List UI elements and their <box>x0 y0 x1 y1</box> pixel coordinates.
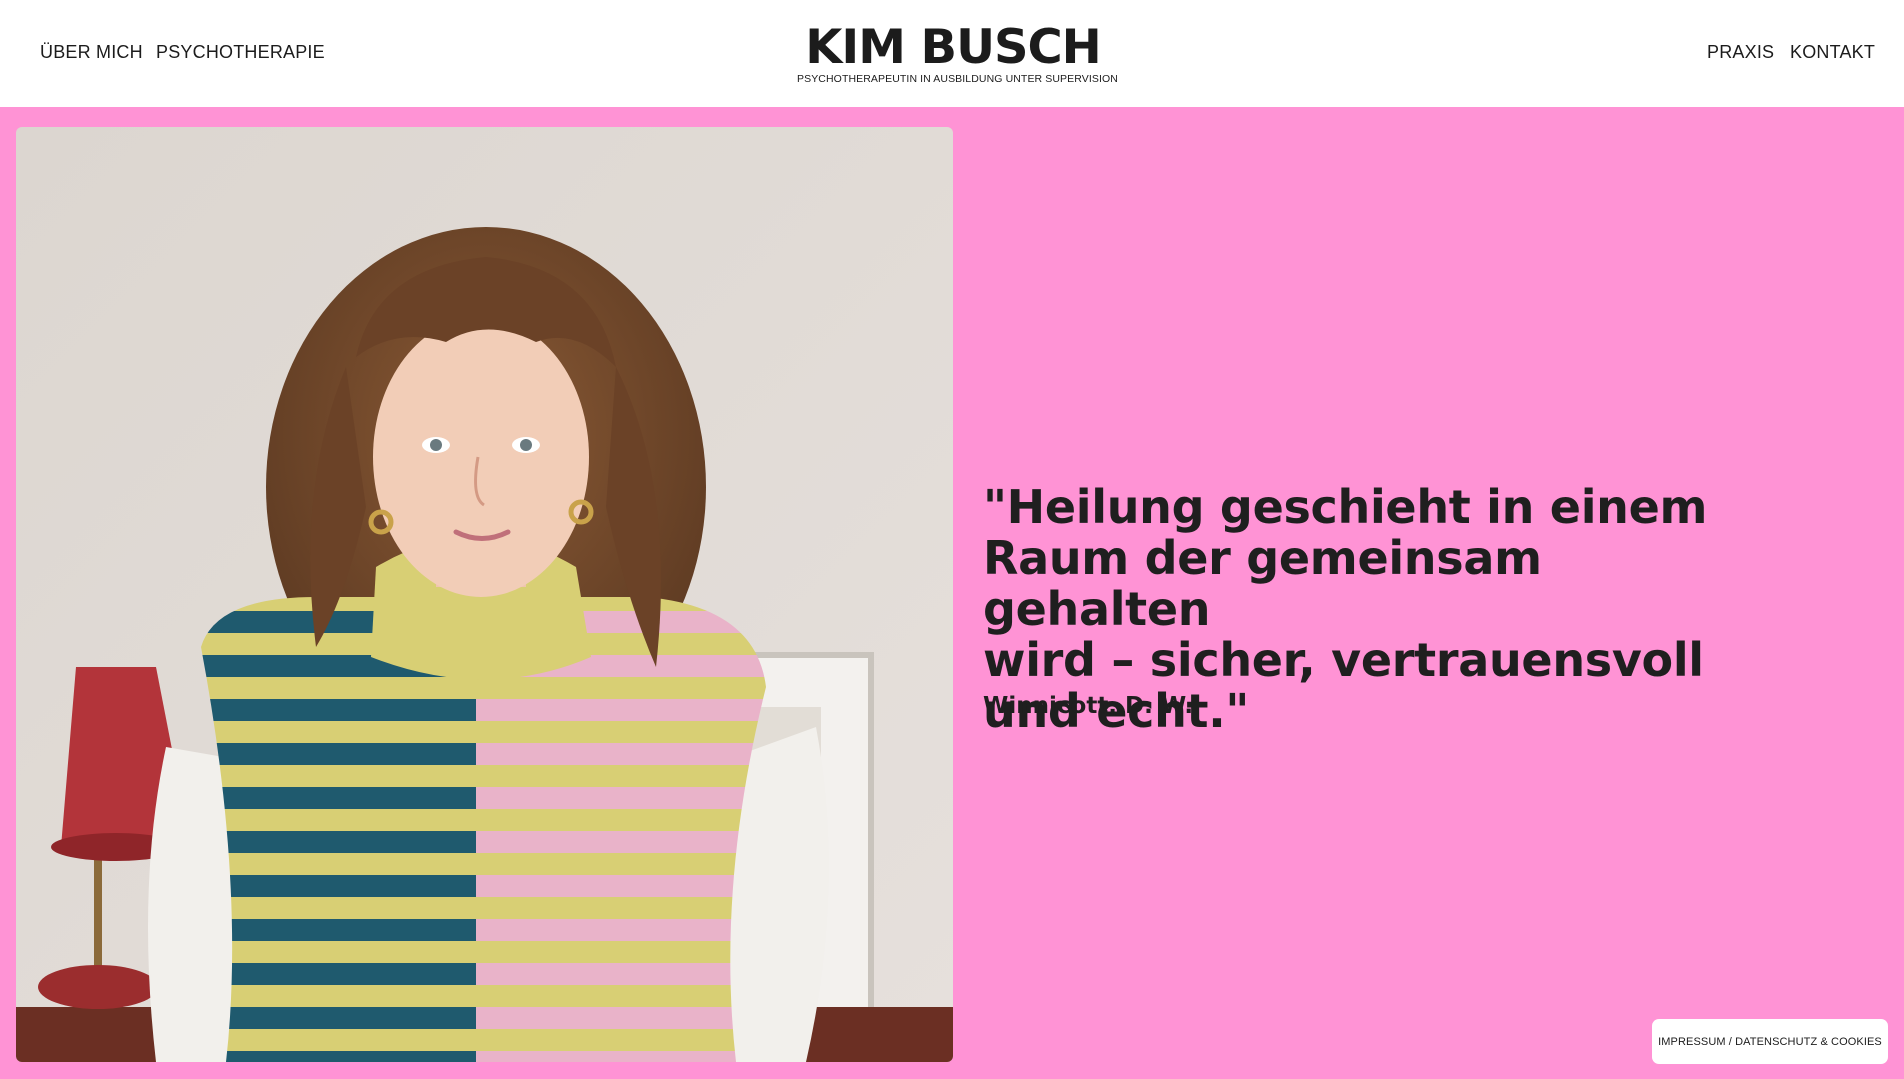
nav-link-kontakt[interactable]: KONTAKT <box>1790 41 1875 63</box>
quote-line: wird – sicher, vertrauensvoll <box>983 633 1704 687</box>
nav-link-ueber-mich[interactable]: ÜBER MICH <box>40 41 143 63</box>
portrait-photo <box>16 127 953 1062</box>
logo-title: KIM BUSCH <box>805 20 1102 75</box>
impressum-datenschutz-button[interactable]: IMPRESSUM / DATENSCHUTZ & COOKIES <box>1652 1019 1888 1064</box>
quote-author: Winnicott, D. W. <box>983 693 1194 719</box>
quote-line: Raum der gemeinsam gehalten <box>983 531 1542 636</box>
nav-link-praxis[interactable]: PRAXIS <box>1707 41 1774 63</box>
site-header: ÜBER MICH PSYCHOTHERAPIE KIM BUSCH PSYCH… <box>0 0 1904 107</box>
quote-line: "Heilung geschieht in einem <box>983 480 1708 534</box>
nav-link-psychotherapie[interactable]: PSYCHOTHERAPIE <box>156 41 325 63</box>
site-logo[interactable]: KIM BUSCH PSYCHOTHERAPEUTIN IN AUSBILDUN… <box>797 20 1118 86</box>
